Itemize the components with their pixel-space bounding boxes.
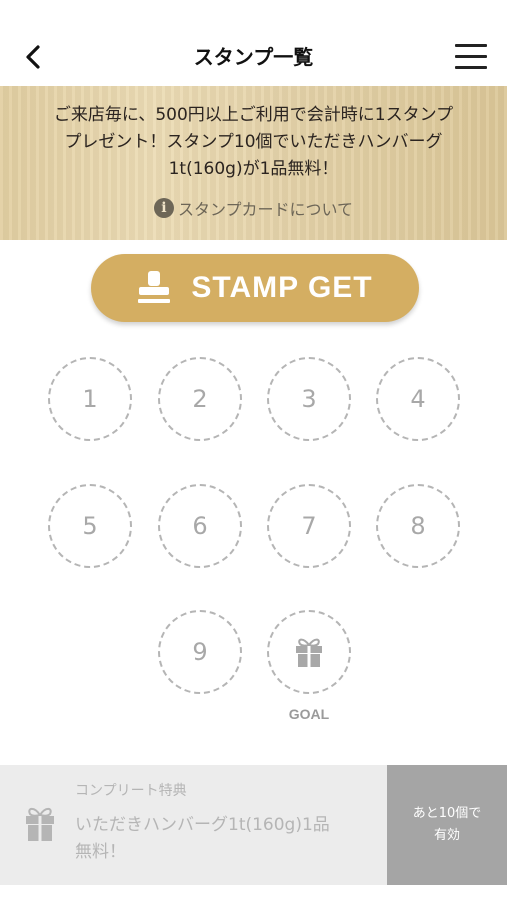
reward-line-1: いただきハンバーグ1t(160g)1品 [75, 815, 330, 835]
about-link-label: スタンプカードについて [177, 200, 354, 219]
stamp-slot-5: 5 [48, 484, 132, 568]
stamp-slot-8: 8 [376, 484, 460, 568]
banner-line-2: プレゼント！スタンプ10個でいただきハンバーグ [64, 132, 443, 152]
stamp-slot-9: 9 [158, 610, 242, 694]
top-strip [0, 0, 507, 28]
stamp-get-label: STAMP GET [191, 271, 373, 304]
banner-line-1: ご来店毎に、500円以上ご利用で会計時に1スタンプ [53, 105, 454, 125]
complete-reward-bar: コンプリート特典 いただきハンバーグ1t(160g)1品 無料！ あと10個で … [0, 765, 507, 885]
banner-line-3: 1t(160g)が1品無料！ [168, 159, 339, 179]
stamp-get-button[interactable]: STAMP GET [91, 254, 419, 322]
gift-icon [296, 638, 322, 667]
campaign-banner: ご来店毎に、500円以上ご利用で会計時に1スタンプ プレゼント！スタンプ10個で… [0, 86, 507, 240]
reward-line-2: 無料！ [75, 842, 126, 862]
banner-description: ご来店毎に、500円以上ご利用で会計時に1スタンプ プレゼント！スタンプ10個で… [14, 102, 493, 183]
stamp-slot-3: 3 [267, 357, 351, 441]
stamp-slot-4: 4 [376, 357, 460, 441]
hamburger-menu-icon[interactable] [455, 44, 487, 70]
stamp-slot-6: 6 [158, 484, 242, 568]
page-title: スタンプ一覧 [193, 45, 314, 69]
info-icon: i [153, 198, 174, 218]
stamp-slot-goal [267, 610, 351, 694]
reward-status-line-1: あと10個で [412, 806, 482, 821]
complete-reward-text: いただきハンバーグ1t(160g)1品 無料！ [75, 812, 375, 866]
reward-status-badge: あと10個で 有効 [387, 765, 507, 885]
complete-reward-caption: コンプリート特典 [75, 783, 187, 799]
about-stamp-card-link[interactable]: i スタンプカードについて [0, 196, 507, 220]
stamp-slot-2: 2 [158, 357, 242, 441]
gift-icon [26, 807, 54, 841]
reward-status-line-2: 有効 [433, 828, 460, 843]
stamp-slot-1: 1 [48, 357, 132, 441]
stamp-icon [138, 271, 171, 303]
goal-label: GOAL [288, 706, 330, 722]
navigation-bar: スタンプ一覧 [0, 28, 507, 86]
stamp-slot-7: 7 [267, 484, 351, 568]
